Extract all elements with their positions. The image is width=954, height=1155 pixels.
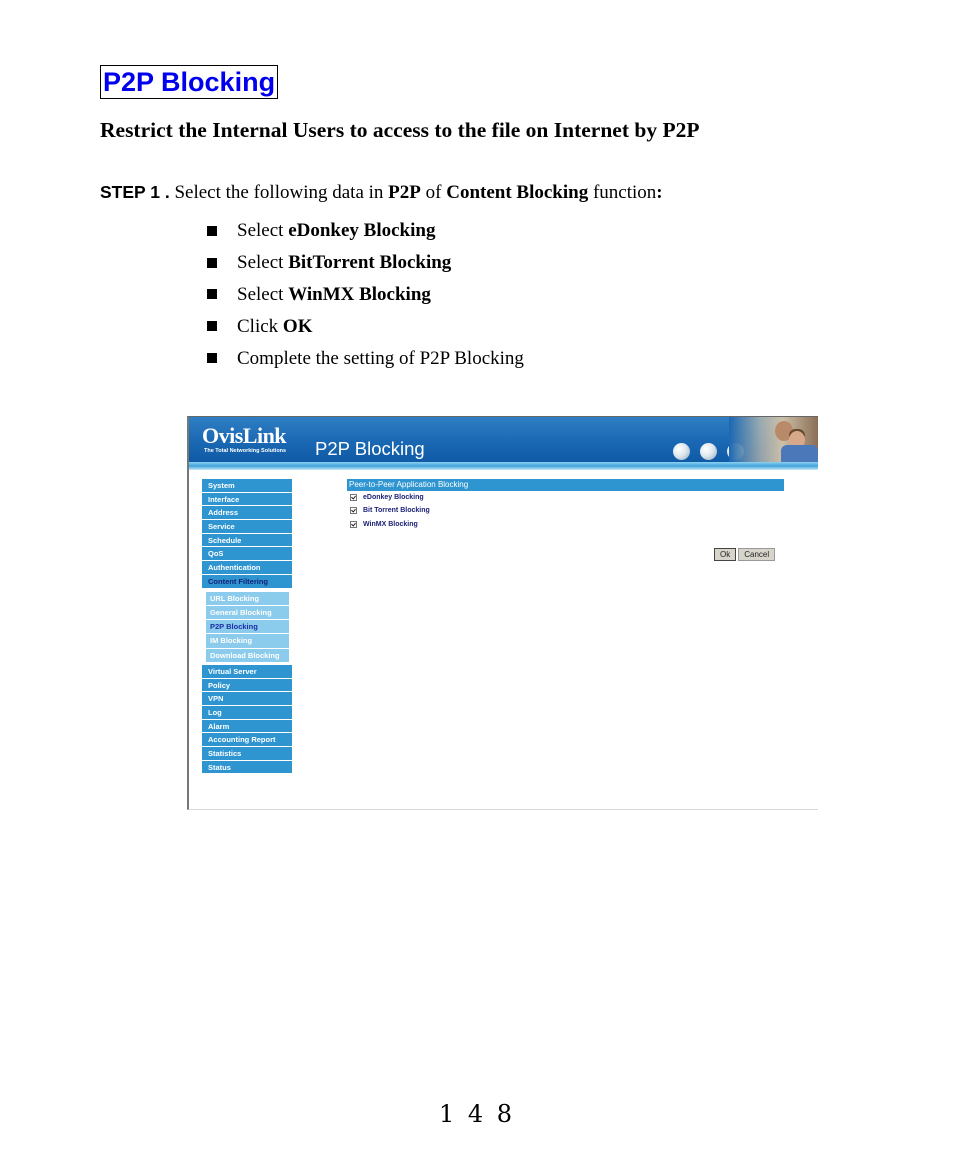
banner: OvisLink The Total Networking Solutions … [189,417,818,462]
subtitle: Restrict the Internal Users to access to… [100,118,700,142]
option-winmx[interactable]: WinMX Blocking [347,518,784,531]
nav-item-accounting-report[interactable]: Accounting Report [202,733,292,748]
option-label: eDonkey Blocking [363,494,424,502]
list-item-bold: eDonkey Blocking [288,220,436,242]
list-item-text: Select [237,283,284,305]
globe-icon [673,443,690,460]
logo-tagline: The Total Networking Solutions [204,448,287,454]
page-number: 1 4 8 [438,1100,516,1128]
ok-button[interactable]: Ok [714,548,737,561]
step-bold-p2p: P2P [388,182,421,203]
list-item: Click OK [207,310,524,342]
nav-item-qos[interactable]: QoS [202,547,292,562]
nav-subitem-im-blocking[interactable]: IM Blocking [206,634,289,649]
step-bold-content-blocking: Content Blocking [446,182,589,203]
option-bittorrent[interactable]: Bit Torrent Blocking [347,504,784,517]
list-item: Select BitTorrent Blocking [207,247,524,279]
nav-item-alarm[interactable]: Alarm [202,719,292,734]
ovislink-logo: OvisLink [202,423,287,448]
option-edonkey[interactable]: eDonkey Blocking [347,491,784,504]
banner-photo [729,417,818,462]
nav-item-schedule[interactable]: Schedule [202,533,292,548]
nav-subitem-p2p-blocking[interactable]: P2P Blocking [206,620,289,635]
list-item-text: Complete the setting of P2P Blocking [237,347,524,369]
globe-icon [700,443,717,460]
step-text: of [420,182,447,203]
list-item-bold: BitTorrent Blocking [288,252,452,274]
cancel-button[interactable]: Cancel [738,548,776,561]
page-heading: P2P Blocking [315,438,425,459]
list-item-text: Select [237,252,284,274]
list-item: Select eDonkey Blocking [207,215,524,247]
nav-item-authentication[interactable]: Authentication [202,561,292,575]
nav-item-address[interactable]: Address [202,506,292,521]
list-item-text: Select [237,220,284,242]
option-label: Bit Torrent Blocking [363,507,430,515]
square-bullet-icon [207,257,217,268]
step-text: Select the following data in [169,182,389,203]
banner-strip [189,462,818,470]
step-colon: : [656,182,663,203]
router-ui-screenshot: OvisLink The Total Networking Solutions … [187,416,818,810]
nav-item-log[interactable]: Log [202,706,292,720]
square-bullet-icon [207,225,217,236]
list-item-bold: WinMX Blocking [288,283,431,305]
instruction-list: Select eDonkey Blocking Select BitTorren… [207,215,524,374]
step-label: STEP 1 . [100,182,170,202]
nav-item-system[interactable]: System [202,479,292,493]
step-text: function [588,182,657,203]
nav-item-status[interactable]: Status [202,760,292,775]
square-bullet-icon [207,321,217,332]
nav-subitem-download-blocking[interactable]: Download Blocking [206,648,289,663]
nav-item-service[interactable]: Service [202,520,292,534]
panel-header: Peer-to-Peer Application Blocking [347,479,784,491]
section-title: P2P Blocking [100,65,279,99]
sidebar-nav: System Interface Address Service Schedul… [202,479,292,775]
step-1: STEP 1 . Select the following data in P2… [100,182,663,204]
nav-item-policy[interactable]: Policy [202,678,292,693]
square-bullet-icon [207,353,217,364]
nav-subitem-general-blocking[interactable]: General Blocking [206,605,289,621]
nav-item-vpn[interactable]: VPN [202,692,292,707]
option-label: WinMX Blocking [363,520,418,528]
form-buttons: Ok Cancel [714,548,776,561]
content-panel: Peer-to-Peer Application Blocking eDonke… [347,479,784,531]
nav-item-statistics[interactable]: Statistics [202,747,292,761]
nav-item-content-filtering[interactable]: Content Filtering [202,574,292,589]
nav-subitem-url-blocking[interactable]: URL Blocking [206,591,289,606]
child-shirt [781,445,818,462]
nav-item-virtual-server[interactable]: Virtual Server [202,664,292,679]
list-item-text: Click [237,315,279,337]
checkbox-checked[interactable] [350,507,357,515]
list-item-bold: OK [282,315,313,337]
square-bullet-icon [207,289,217,300]
checkbox-checked[interactable] [350,520,357,528]
list-item: Select WinMX Blocking [207,279,524,311]
list-item: Complete the setting of P2P Blocking [207,342,524,374]
nav-item-interface[interactable]: Interface [202,492,292,507]
checkbox-checked[interactable] [350,494,357,502]
